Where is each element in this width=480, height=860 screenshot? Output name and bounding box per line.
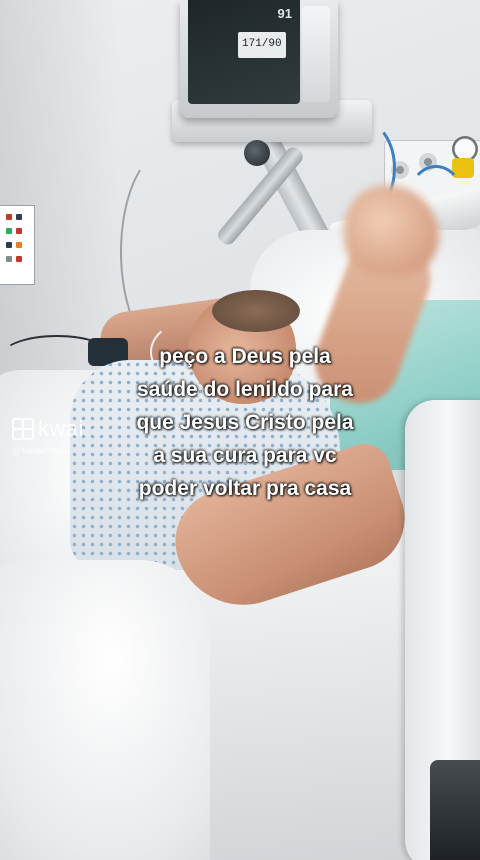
video-caption: peço a Deus pela saúde do lenildo para q…: [90, 340, 400, 505]
kwai-logo-icon: [12, 418, 34, 440]
caption-line: que Jesus Cristo pela: [136, 411, 354, 434]
monitor-side-panel: [302, 6, 330, 102]
creator-handle: @NeideOficial: [12, 446, 70, 456]
kwai-brand-text: kwai: [38, 416, 85, 441]
kwai-watermark: kwai: [12, 416, 84, 442]
caption-line: poder voltar pra casa: [138, 477, 352, 500]
vital-signs-monitor: 91 171/90: [180, 0, 338, 118]
blanket: [0, 560, 210, 860]
caption-line: peço a Deus pela: [159, 345, 331, 368]
bed-rail-base: [430, 760, 480, 860]
caption-line: a sua cura para vc: [153, 444, 337, 467]
wall-info-panel: [0, 205, 35, 285]
caption-line: saúde do lenildo para: [137, 378, 353, 401]
blood-pressure-readout: 171/90: [242, 38, 282, 50]
blood-pressure-box: 171/90: [238, 32, 286, 58]
monitor-screen: 91 171/90: [188, 0, 300, 104]
heart-rate-readout: 91: [277, 6, 292, 21]
patient-hair: [212, 290, 300, 332]
arm-knob: [244, 140, 270, 166]
